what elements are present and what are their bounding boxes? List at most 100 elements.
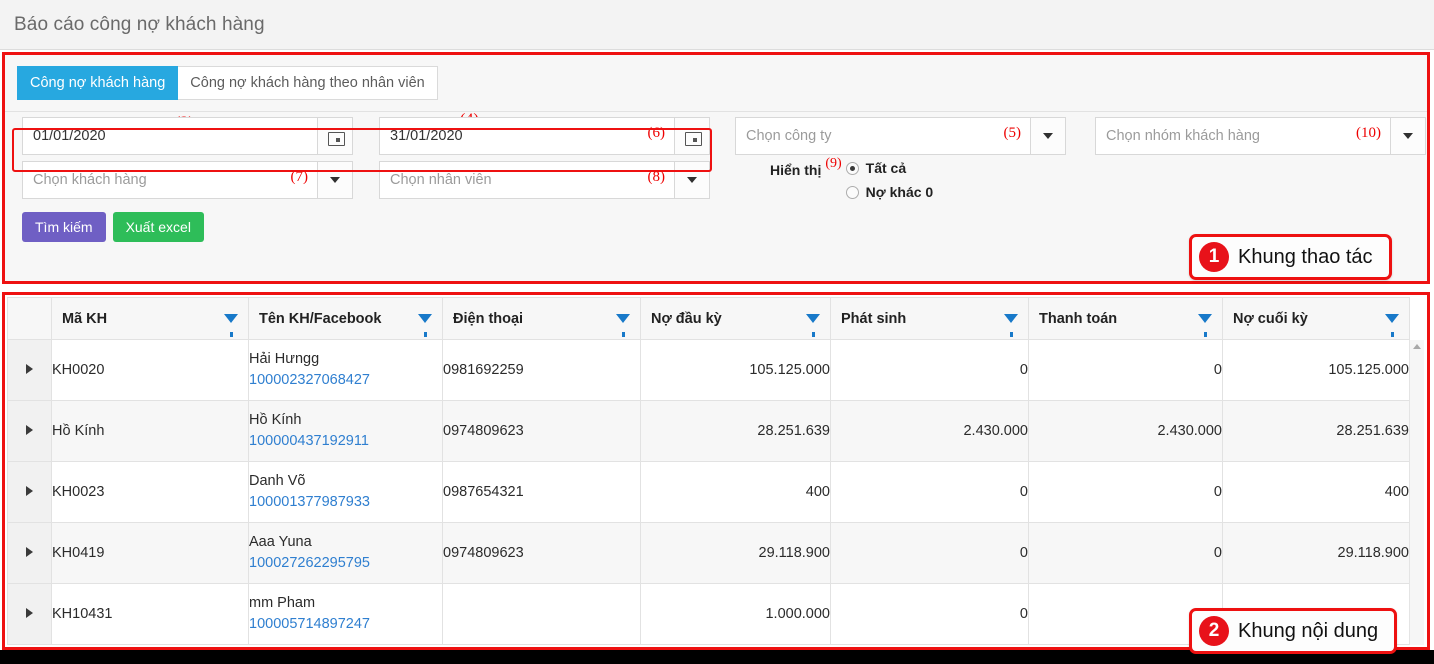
date-to-input[interactable]: 31/01/2020 (6) [379,117,675,155]
staff-dropdown-button[interactable] [675,161,710,199]
cell-ten-kh-facebook: Aaa Yuna 100027262295795 [248,522,443,584]
cell-thanh-toan: 0 [1028,461,1223,523]
row-expand-button[interactable] [7,461,52,523]
customer-select-input[interactable]: Chọn khách hàng (7) [22,161,318,199]
cell-phat-sinh: 0 [830,339,1029,401]
facebook-id[interactable]: 100002327068427 [249,370,442,391]
search-button[interactable]: Tìm kiếm [22,212,106,242]
facebook-id[interactable]: 100001377987933 [249,492,442,513]
filter-icon[interactable] [1385,314,1399,337]
customer-dropdown-button[interactable] [318,161,353,199]
cell-ma-kh: KH0020 [51,339,249,401]
customer-name: Aaa Yuna [249,533,312,550]
date-from-field[interactable]: 01/01/2020 [22,117,353,155]
cell-phat-sinh: 0 [830,583,1029,645]
cell-no-cuoi-ky: 29.118.900 [1222,522,1410,584]
tab-cong-no-theo-nhan-vien[interactable]: Công nợ khách hàng theo nhân viên [178,66,438,100]
expand-arrow-icon [26,425,33,435]
debt-report-table: Mã KH Tên KH/Facebook Điện thoại Nợ đầu … [7,297,1410,645]
customer-group-placeholder: Chọn nhóm khách hàng [1106,128,1260,144]
filter-icon[interactable] [224,314,238,337]
callout-khung-thao-tac: 1 Khung thao tác [1189,234,1392,280]
column-label: Thanh toán [1039,310,1118,327]
customer-select-field[interactable]: Chọn khách hàng (7) [22,161,353,199]
customer-group-select-field[interactable]: Chọn nhóm khách hàng (10) [1095,117,1426,155]
cell-dien-thoai [442,583,641,645]
cell-ma-kh: KH0419 [51,522,249,584]
date-from-input[interactable]: 01/01/2020 [22,117,318,155]
chevron-down-icon [687,177,697,183]
page-header: Báo cáo công nợ khách hàng [0,0,1434,50]
staff-select-field[interactable]: Chọn nhân viên (8) [379,161,710,199]
marker-8: (8) [647,169,666,185]
table-row[interactable]: KH0419 Aaa Yuna 100027262295795 09748096… [7,522,1410,584]
customer-group-dropdown-button[interactable] [1391,117,1426,155]
company-dropdown-button[interactable] [1031,117,1066,155]
facebook-id[interactable]: 100000437192911 [249,431,442,452]
facebook-id[interactable]: 100005714897247 [249,614,442,635]
cell-no-dau-ky: 29.118.900 [640,522,831,584]
column-header-ma-kh[interactable]: Mã KH [51,297,249,340]
date-to-field[interactable]: 31/01/2020 (6) [379,117,710,155]
expand-arrow-icon [26,364,33,374]
filter-icon[interactable] [418,314,432,337]
row-expand-button[interactable] [7,522,52,584]
expand-arrow-icon [26,547,33,557]
radio-icon[interactable] [845,185,859,199]
table-row[interactable]: KH0020 Hải Hưngg 100002327068427 0981692… [7,339,1410,401]
callout-text: Khung nội dung [1238,619,1379,642]
cell-thanh-toan: 2.430.000 [1028,400,1223,462]
table-row[interactable]: KH0023 Danh Võ 100001377987933 098765432… [7,461,1410,523]
filter-icon[interactable] [616,314,630,337]
marker-10: (10) [1356,125,1381,141]
filter-icon[interactable] [1198,314,1212,337]
radio-option-tat-ca[interactable]: Tất cả [845,160,934,176]
row-expand-button[interactable] [7,339,52,401]
customer-group-select-input[interactable]: Chọn nhóm khách hàng (10) [1095,117,1391,155]
date-to-calendar-button[interactable] [675,117,710,155]
column-header-dien-thoai[interactable]: Điện thoại [442,297,641,340]
facebook-id[interactable]: 100027262295795 [249,553,442,574]
customer-placeholder: Chọn khách hàng [33,172,147,188]
radio-icon[interactable] [845,161,859,175]
callout-number: 1 [1199,242,1229,272]
expand-arrow-icon [26,486,33,496]
cell-ten-kh-facebook: mm Pham 100005714897247 [248,583,443,645]
row-expand-button[interactable] [7,400,52,462]
staff-select-input[interactable]: Chọn nhân viên (8) [379,161,675,199]
radio-option-no-khac-0[interactable]: Nợ khác 0 [845,184,933,200]
marker-9: (9) [825,156,842,171]
company-select-input[interactable]: Chọn công ty (5) [735,117,1031,155]
column-header-no-cuoi-ky[interactable]: Nợ cuối kỳ [1222,297,1410,340]
row-expand-button[interactable] [7,583,52,645]
column-label: Nợ đầu kỳ [651,310,722,327]
company-select-field[interactable]: Chọn công ty (5) [735,117,1066,155]
cell-phat-sinh: 2.430.000 [830,400,1029,462]
scroll-up-icon[interactable] [1413,344,1421,349]
filter-icon[interactable] [1004,314,1018,337]
column-label: Điện thoại [453,310,524,327]
table-row[interactable]: Hồ Kính Hồ Kính 100000437192911 09748096… [7,400,1410,462]
tab-cong-no-khach-hang[interactable]: Công nợ khách hàng [17,66,179,100]
chevron-down-icon [330,177,340,183]
calendar-icon [684,128,702,146]
column-header-thanh-toan[interactable]: Thanh toán [1028,297,1223,340]
filter-icon[interactable] [806,314,820,337]
column-label: Phát sinh [841,310,907,327]
cell-thanh-toan: 0 [1028,522,1223,584]
date-from-calendar-button[interactable] [318,117,353,155]
column-header-phat-sinh[interactable]: Phát sinh [830,297,1029,340]
table-vertical-scrollbar[interactable] [1409,340,1424,645]
column-header-ten-kh-facebook[interactable]: Tên KH/Facebook [248,297,443,340]
cell-no-dau-ky: 400 [640,461,831,523]
export-excel-button[interactable]: Xuất excel [112,212,204,242]
customer-name: mm Pham [249,594,316,611]
column-header-no-dau-ky[interactable]: Nợ đầu kỳ [640,297,831,340]
customer-name: Hồ Kính [249,411,302,428]
date-from-value: 01/01/2020 [33,128,106,144]
cell-ten-kh-facebook: Danh Võ 100001377987933 [248,461,443,523]
cell-dien-thoai: 0987654321 [442,461,641,523]
calendar-icon [327,128,345,146]
action-button-row: Tìm kiếm Xuất excel [22,212,204,242]
tab-label: Công nợ khách hàng theo nhân viên [190,75,425,91]
